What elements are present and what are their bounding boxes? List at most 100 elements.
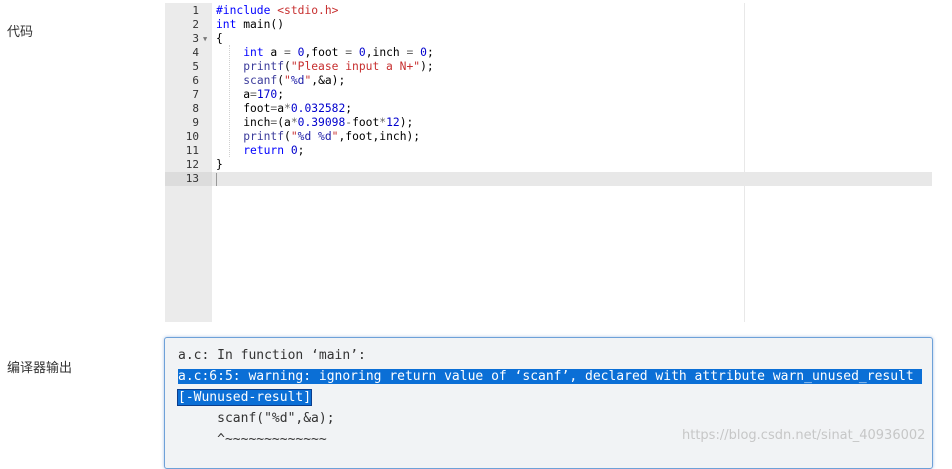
- code-token: printf: [243, 130, 285, 143]
- code-line[interactable]: 5 printf("Please input a N+");: [165, 60, 932, 74]
- code-token: <stdio.h>: [277, 4, 339, 17]
- compiler-output-box[interactable]: a.c: In function ‘main’: a.c:6:5: warnin…: [164, 337, 933, 469]
- code-token: 0: [358, 46, 366, 59]
- compiler-output-label: 编译器输出: [7, 361, 73, 376]
- line-number: 4: [192, 46, 199, 59]
- code-text: {: [216, 32, 223, 46]
- output-line-caret: ^~~~~~~~~~~~~~: [178, 432, 327, 447]
- code-token: );: [399, 116, 414, 129]
- line-number: 2: [192, 18, 199, 31]
- output-line-function: a.c: In function ‘main’:: [178, 348, 366, 363]
- code-line[interactable]: 1 #include <stdio.h>: [165, 4, 932, 18]
- code-token: =: [250, 88, 257, 101]
- code-token: int: [216, 18, 237, 31]
- output-line-flag: [-Wunused-result]: [176, 389, 313, 407]
- code-editor[interactable]: 1 #include <stdio.h> 2 int main() 3 ▼ {4 int a…: [165, 3, 932, 322]
- code-token: =: [284, 46, 291, 59]
- code-token: inch: [216, 116, 271, 129]
- code-line[interactable]: 11 return 0;: [165, 144, 932, 158]
- line-number: 1: [192, 4, 199, 17]
- code-line[interactable]: 3 ▼ {: [165, 32, 932, 46]
- line-number: 8: [192, 102, 199, 115]
- code-line[interactable]: 6 scanf("%d",&a);: [165, 74, 932, 88]
- code-token: 12: [386, 116, 400, 129]
- code-token: 0: [420, 46, 427, 59]
- selected-flag-text: [-Wunused-result]: [176, 389, 313, 406]
- code-token: a: [263, 46, 285, 59]
- code-token: #include: [216, 4, 278, 17]
- code-token: ;: [277, 88, 285, 101]
- line-number: 3: [192, 32, 199, 45]
- code-line[interactable]: 13: [165, 172, 932, 186]
- code-text: int a = 0,foot = 0,inch = 0;: [216, 46, 434, 60]
- code-token: ": [290, 130, 298, 143]
- code-token: ": [284, 74, 291, 87]
- code-token: );: [420, 60, 434, 73]
- code-token: *: [284, 102, 291, 115]
- code-token: ;: [297, 144, 305, 157]
- code-token: return: [243, 144, 285, 157]
- code-line[interactable]: 12}: [165, 158, 932, 172]
- code-token: 0: [290, 144, 298, 157]
- code-token: foot: [352, 116, 380, 129]
- line-number: 9: [192, 116, 199, 129]
- code-token: printf: [243, 60, 285, 73]
- code-text: int main(): [216, 18, 284, 32]
- line-number: 10: [185, 130, 199, 143]
- code-text: printf("Please input a N+");: [216, 60, 434, 74]
- code-text: scanf("%d",&a);: [216, 74, 345, 88]
- code-token: ,inch: [365, 46, 407, 59]
- code-token: }: [216, 158, 223, 171]
- code-token: %d %d: [297, 130, 332, 143]
- code-line[interactable]: 2 int main(): [165, 18, 932, 32]
- code-token: (: [284, 130, 291, 143]
- code-line[interactable]: 9 inch=(a*0.39098-foot*12);: [165, 116, 932, 130]
- code-token: ,foot: [304, 46, 346, 59]
- line-number: 13: [185, 172, 199, 185]
- code-token: ;: [426, 46, 434, 59]
- line-number: 6: [192, 74, 199, 87]
- code-token: 170: [256, 88, 278, 101]
- code-token: main(): [236, 18, 285, 31]
- text-cursor: [216, 173, 217, 186]
- line-number: 12: [185, 158, 199, 171]
- code-token: (: [284, 60, 291, 73]
- line-number: 7: [192, 88, 199, 101]
- line-number: 11: [185, 144, 199, 157]
- code-token: int: [243, 46, 264, 59]
- code-text: }: [216, 158, 223, 172]
- code-text: foot=a*0.032582;: [216, 102, 352, 116]
- code-text: return 0;: [216, 144, 304, 158]
- code-line[interactable]: 10 printf("%d %d",foot,inch);: [165, 130, 932, 144]
- code-token: ,foot,inch);: [338, 130, 421, 143]
- code-line[interactable]: 7 a=170;: [165, 88, 932, 102]
- code-text: #include <stdio.h>: [216, 4, 338, 18]
- output-line-warning: a.c:6:5: warning: ignoring return value …: [178, 368, 922, 386]
- code-text: printf("%d %d",foot,inch);: [216, 130, 420, 144]
- code-token: ,&a);: [311, 74, 346, 87]
- code-line[interactable]: 4 int a = 0,foot = 0,inch = 0;: [165, 46, 932, 60]
- watermark: https://blog.csdn.net/sinat_40936002: [682, 428, 926, 443]
- line-number: 5: [192, 60, 199, 73]
- code-token: 0.39098: [297, 116, 346, 129]
- code-token: 0.032582: [290, 102, 346, 115]
- code-token: foot: [216, 102, 271, 115]
- code-line[interactable]: 8 foot=a*0.032582;: [165, 102, 932, 116]
- code-token: scanf: [243, 74, 278, 87]
- code-token: *: [290, 116, 298, 129]
- code-token: {: [216, 32, 223, 45]
- code-label: 代码: [7, 25, 34, 40]
- code-token: %d: [290, 74, 305, 87]
- code-text: inch=(a*0.39098-foot*12);: [216, 116, 413, 130]
- code-token: "Please input a N+": [290, 60, 421, 73]
- fold-arrow-icon[interactable]: ▼: [203, 32, 207, 46]
- code-token: ;: [345, 102, 353, 115]
